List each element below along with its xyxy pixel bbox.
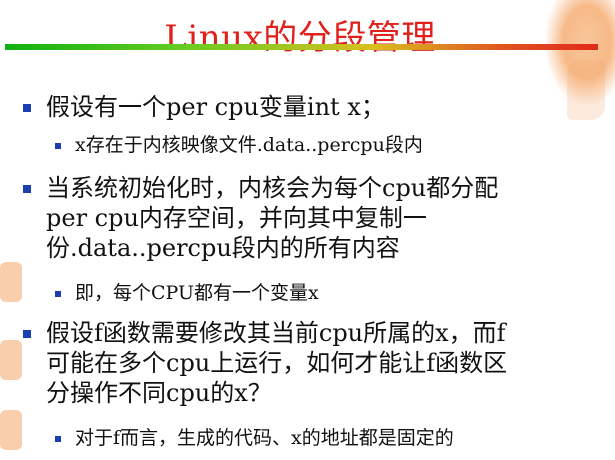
bullet-text: 即，每个CPU都有一个变量x bbox=[75, 282, 319, 304]
seal-watermark-right bbox=[567, 60, 605, 120]
bullet-item: 当系统初始化时，内核会为每个cpu都分配 per cpu内存空间，并向其中复制一… bbox=[23, 173, 499, 263]
title-divider bbox=[5, 44, 598, 50]
bullet-text: per cpu内存空间，并向其中复制一 bbox=[46, 204, 427, 232]
bullet-marker bbox=[23, 330, 31, 338]
bullet-item: 假设有一个per cpu变量int x； bbox=[23, 92, 385, 122]
bullet-text: 份.data..percpu段内的所有内容 bbox=[46, 234, 400, 262]
seal-watermark-left bbox=[0, 340, 22, 380]
bullet-marker bbox=[23, 185, 31, 193]
bullet-text: 可能在多个cpu上运行，如何才能让f函数区 bbox=[46, 349, 508, 377]
bullet-text: 当系统初始化时，内核会为每个cpu都分配 bbox=[46, 174, 499, 202]
bullet-marker bbox=[55, 143, 61, 149]
sub-bullet-item: x存在于内核映像文件.data..percpu段内 bbox=[55, 133, 423, 157]
seal-watermark-left bbox=[0, 410, 22, 450]
bullet-marker bbox=[55, 291, 61, 297]
bullet-text: x存在于内核映像文件.data..percpu段内 bbox=[75, 134, 423, 156]
sub-bullet-item: 即，每个CPU都有一个变量x bbox=[55, 281, 319, 305]
bullet-text: 对于f而言，生成的代码、x的地址都是固定的 bbox=[75, 427, 454, 449]
bullet-item: 假设f函数需要修改其当前cpu所属的x，而f 可能在多个cpu上运行，如何才能让… bbox=[23, 318, 508, 408]
bullet-marker bbox=[55, 436, 61, 442]
seal-watermark-left bbox=[0, 262, 22, 302]
slide: Linux的分段管理 假设有一个per cpu变量int x； x存在于内核映像… bbox=[0, 0, 615, 460]
bullet-marker bbox=[23, 104, 31, 112]
sub-bullet-item: 对于f而言，生成的代码、x的地址都是固定的 bbox=[55, 426, 454, 450]
slide-title: Linux的分段管理 bbox=[164, 18, 436, 58]
bullet-text: 分操作不同cpu的x？ bbox=[46, 379, 272, 407]
bullet-text: 假设f函数需要修改其当前cpu所属的x，而f bbox=[46, 319, 506, 347]
bullet-text: 假设有一个per cpu变量int x； bbox=[46, 93, 385, 121]
